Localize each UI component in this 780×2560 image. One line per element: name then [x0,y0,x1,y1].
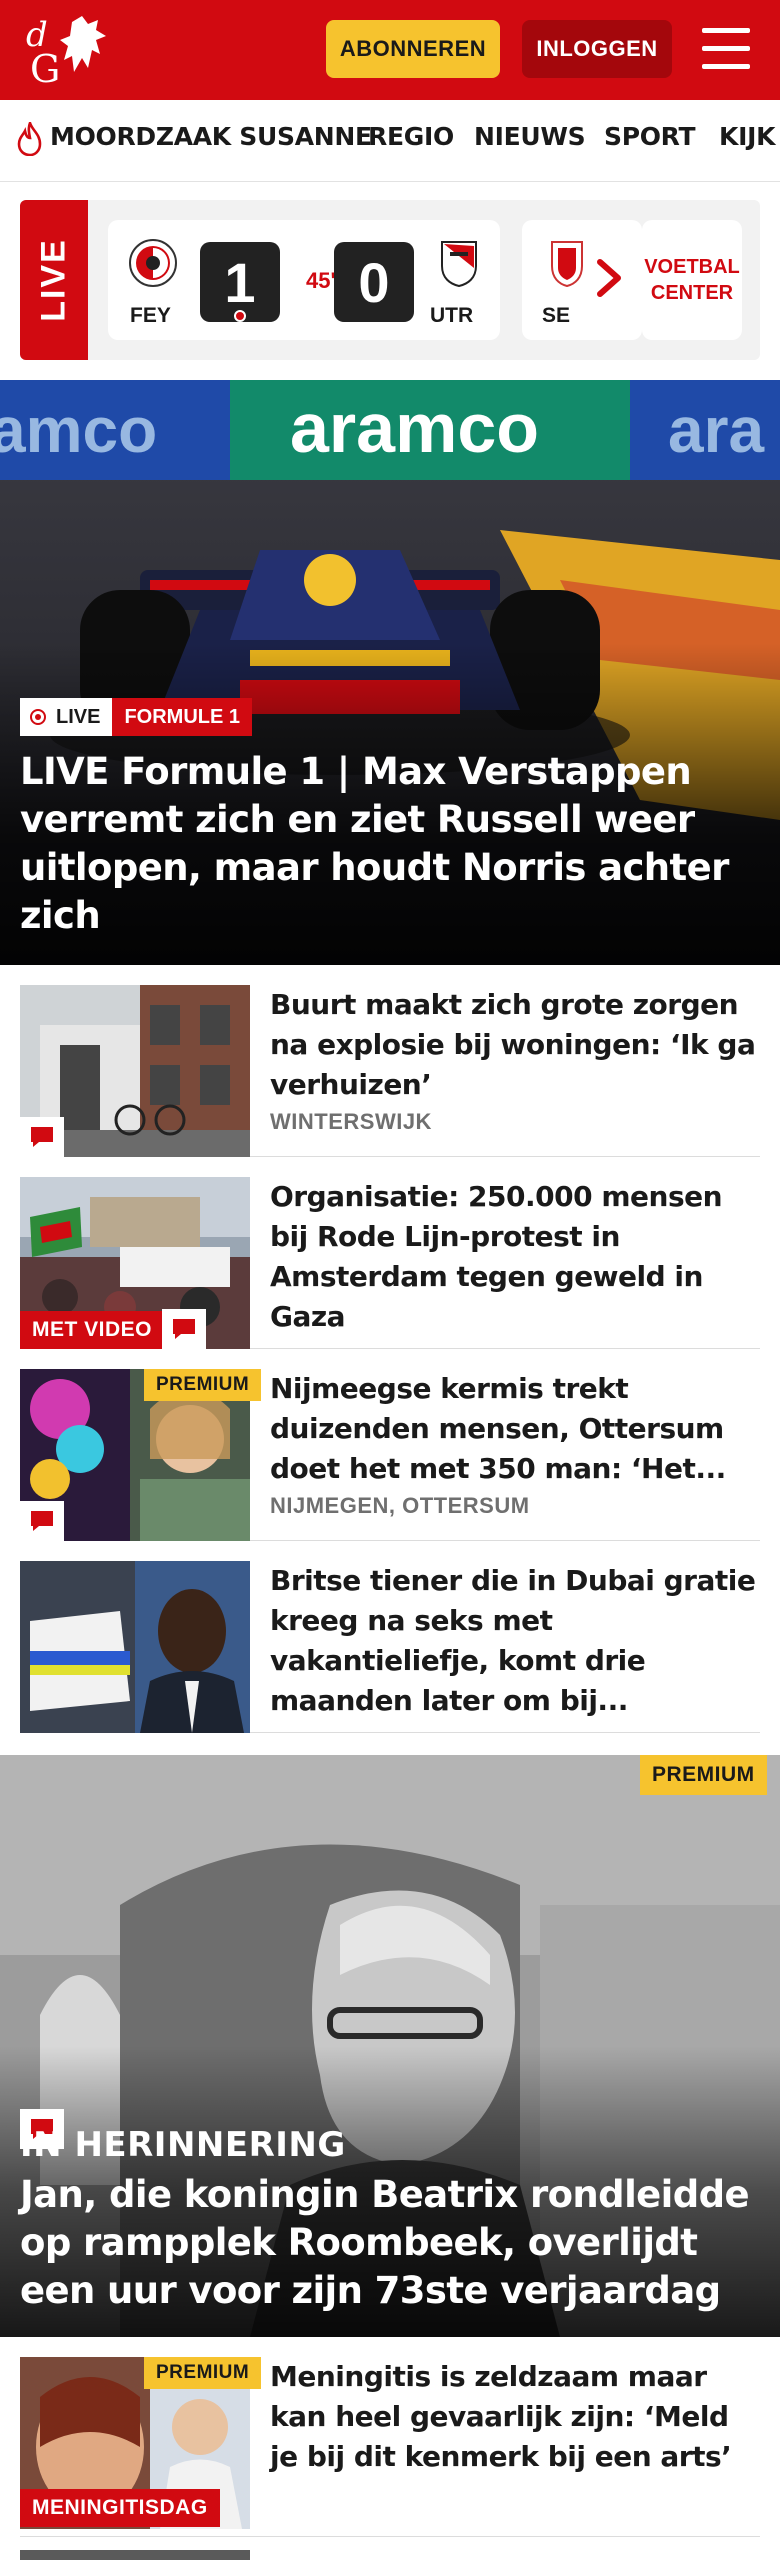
video-badge: MET VIDEO [20,1311,165,1349]
flame-icon [17,122,42,156]
comment-icon [162,1309,206,1349]
article-title[interactable]: Britse tiener die in Dubai gratie kreeg … [270,1561,760,1721]
voetbal-center-button[interactable]: VOETBAL CENTER [642,220,742,340]
nav-item-nieuws[interactable]: NIEUWS [474,122,586,151]
article-item[interactable]: Britse tiener die in Dubai gratie kreeg … [20,1561,760,1733]
live-dot-icon [30,709,46,725]
next-team-code: SE [542,304,571,327]
article-location: NIJMEGEN, OTTERSUM [270,1493,530,1518]
away-team-code: UTR [430,304,474,327]
match-minute: 45' [306,268,336,293]
sevilla-crest-icon [551,241,583,288]
article-item[interactable]: PREMIUM MENINGITISDAG Meningitis is zeld… [20,2357,760,2537]
match-card[interactable]: FEY 1 45' 0 UTR [108,220,500,340]
menu-icon[interactable] [700,26,752,72]
nav-item-moordzaak-susanne[interactable]: MOORDZAAK SUSANNE [50,122,372,151]
topic-badge: MENINGITISDAG [20,2489,220,2527]
away-score: 0 [334,242,414,322]
live-label: LIVE [20,200,88,360]
premium-badge: PREMIUM [640,1755,767,1795]
feature-article[interactable]: PREMIUM IN HERINNERING Jan, die koningin… [0,1755,780,2337]
home-team-code: FEY [130,304,171,327]
hero-title[interactable]: LIVE Formule 1 | Max Verstappen verremt … [20,748,760,940]
article-title[interactable]: Organisatie: 250.000 mensen bij Rode Lij… [270,1177,760,1337]
home-score: 1 [200,242,280,322]
article-title[interactable]: Meningitis is zeldzaam maar kan heel gev… [270,2357,760,2477]
article-item[interactable]: PREMIUM Nijmeegse kermis trekt duizenden… [20,1369,760,1541]
svg-text:G: G [30,47,60,88]
nav-item-kijk[interactable]: KIJK [719,122,775,151]
article-title[interactable]: Buurt maakt zich grote zorgen na explosi… [270,985,760,1105]
comment-icon [20,1501,64,1541]
article-item[interactable]: Buurt maakt zich grote zorgen na explosi… [20,985,760,1157]
premium-badge: PREMIUM [144,1369,262,1401]
hero-article[interactable]: amco aramco ara LIVE FORMULE 1 LIVE Form… [0,380,780,965]
utrecht-crest-icon [441,241,477,288]
main-nav: MOORDZAAK SUSANNE REGIO NIEUWS SPORT KIJ… [0,100,780,182]
premium-badge: PREMIUM [144,2357,262,2389]
feyenoord-crest-icon [129,239,177,287]
site-header: d G ABONNEREN INLOGGEN [0,0,780,100]
login-button[interactable]: INLOGGEN [522,20,672,78]
live-indicator-dot [234,310,246,322]
site-logo[interactable]: d G [24,12,116,88]
article-location: WINTERSWIJK [270,1109,432,1134]
comment-icon [20,1117,64,1157]
article-title[interactable]: Nijmeegse kermis trekt duizenden mensen,… [270,1369,760,1489]
article-item[interactable]: MET VIDEO Organisatie: 250.000 mensen bi… [20,1177,760,1349]
subscribe-button[interactable]: ABONNEREN [326,20,500,78]
next-article-thumbnail [20,2550,250,2560]
chevron-right-icon[interactable] [592,256,626,300]
live-scores-bar: LIVE FEY 1 45' 0 UTR SE VOETBAL CENTER [20,200,760,360]
feature-title[interactable]: Jan, die koningin Beatrix rondleidde op … [20,2171,765,2315]
hero-tags: LIVE FORMULE 1 [20,698,253,736]
category-badge: FORMULE 1 [112,698,253,736]
feature-kicker: IN HERINNERING [20,2125,346,2165]
live-badge: LIVE [20,698,113,736]
article-thumbnail [20,1561,250,1733]
nav-item-regio[interactable]: REGIO [368,122,454,151]
nav-item-sport[interactable]: SPORT [604,122,696,151]
